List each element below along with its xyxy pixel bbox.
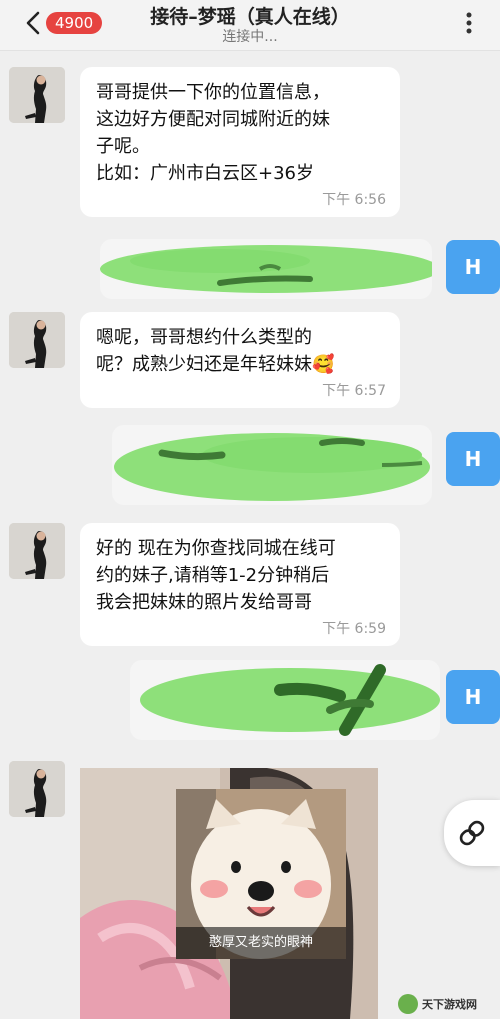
floating-link-button[interactable] xyxy=(444,800,500,866)
message-text: 好的 现在为你查找同城在线可 约的妹子,请稍等1-2分钟稍后 我会把妹妹的照片发… xyxy=(96,538,336,613)
message-bubble: 好的 现在为你查找同城在线可 约的妹子,请稍等1-2分钟稍后 我会把妹妹的照片发… xyxy=(80,523,400,646)
contact-avatar-image xyxy=(9,67,65,123)
watermark-text: 天下游戏网 xyxy=(422,998,477,1011)
meme-caption: 憨厚又老实的眼神 xyxy=(176,927,346,959)
message-time: 下午 6:59 xyxy=(322,621,386,637)
message-bubble: 哥哥提供一下你的位置信息， 这边好方便配对同城附近的妹 子呢。 比如：广州市白云… xyxy=(80,67,400,217)
connection-status: 连接中... xyxy=(222,29,278,45)
redaction-scribble xyxy=(140,664,440,736)
self-avatar[interactable]: H xyxy=(446,240,500,294)
contact-avatar[interactable] xyxy=(9,761,65,817)
self-avatar[interactable]: H xyxy=(446,432,500,486)
redaction-scribble xyxy=(114,433,430,501)
watermark-logo-icon xyxy=(398,994,418,1014)
chat-title: 接待–梦瑶（真人在线） xyxy=(150,6,350,28)
more-options-icon[interactable] xyxy=(456,10,482,36)
self-message-bubble xyxy=(100,239,432,299)
chat-header: 4900 接待–梦瑶（真人在线） 连接中... xyxy=(0,0,500,51)
self-message-bubble xyxy=(130,660,440,740)
redaction-scribble xyxy=(100,245,432,293)
self-avatar[interactable]: H xyxy=(446,670,500,724)
link-icon xyxy=(459,820,485,846)
contact-avatar-image xyxy=(9,523,65,579)
site-watermark: 天下游戏网 xyxy=(398,990,498,1018)
message-text: 哥哥提供一下你的位置信息， 这边好方便配对同城附近的妹 子呢。 比如：广州市白云… xyxy=(96,82,330,184)
contact-avatar-image xyxy=(9,761,65,817)
contact-avatar[interactable] xyxy=(9,523,65,579)
contact-avatar[interactable] xyxy=(9,312,65,368)
self-message-bubble xyxy=(112,425,432,505)
meme-image[interactable]: 憨厚又老实的眼神 xyxy=(176,789,346,959)
message-bubble: 嗯呢，哥哥想约什么类型的 呢？成熟少妇还是年轻妹妹🥰 下午 6:57 xyxy=(80,312,400,408)
message-text: 嗯呢，哥哥想约什么类型的 呢？成熟少妇还是年轻妹妹🥰 xyxy=(96,327,335,375)
message-time: 下午 6:56 xyxy=(322,192,386,208)
message-time: 下午 6:57 xyxy=(322,383,386,399)
contact-avatar-image xyxy=(9,312,65,368)
contact-avatar[interactable] xyxy=(9,67,65,123)
